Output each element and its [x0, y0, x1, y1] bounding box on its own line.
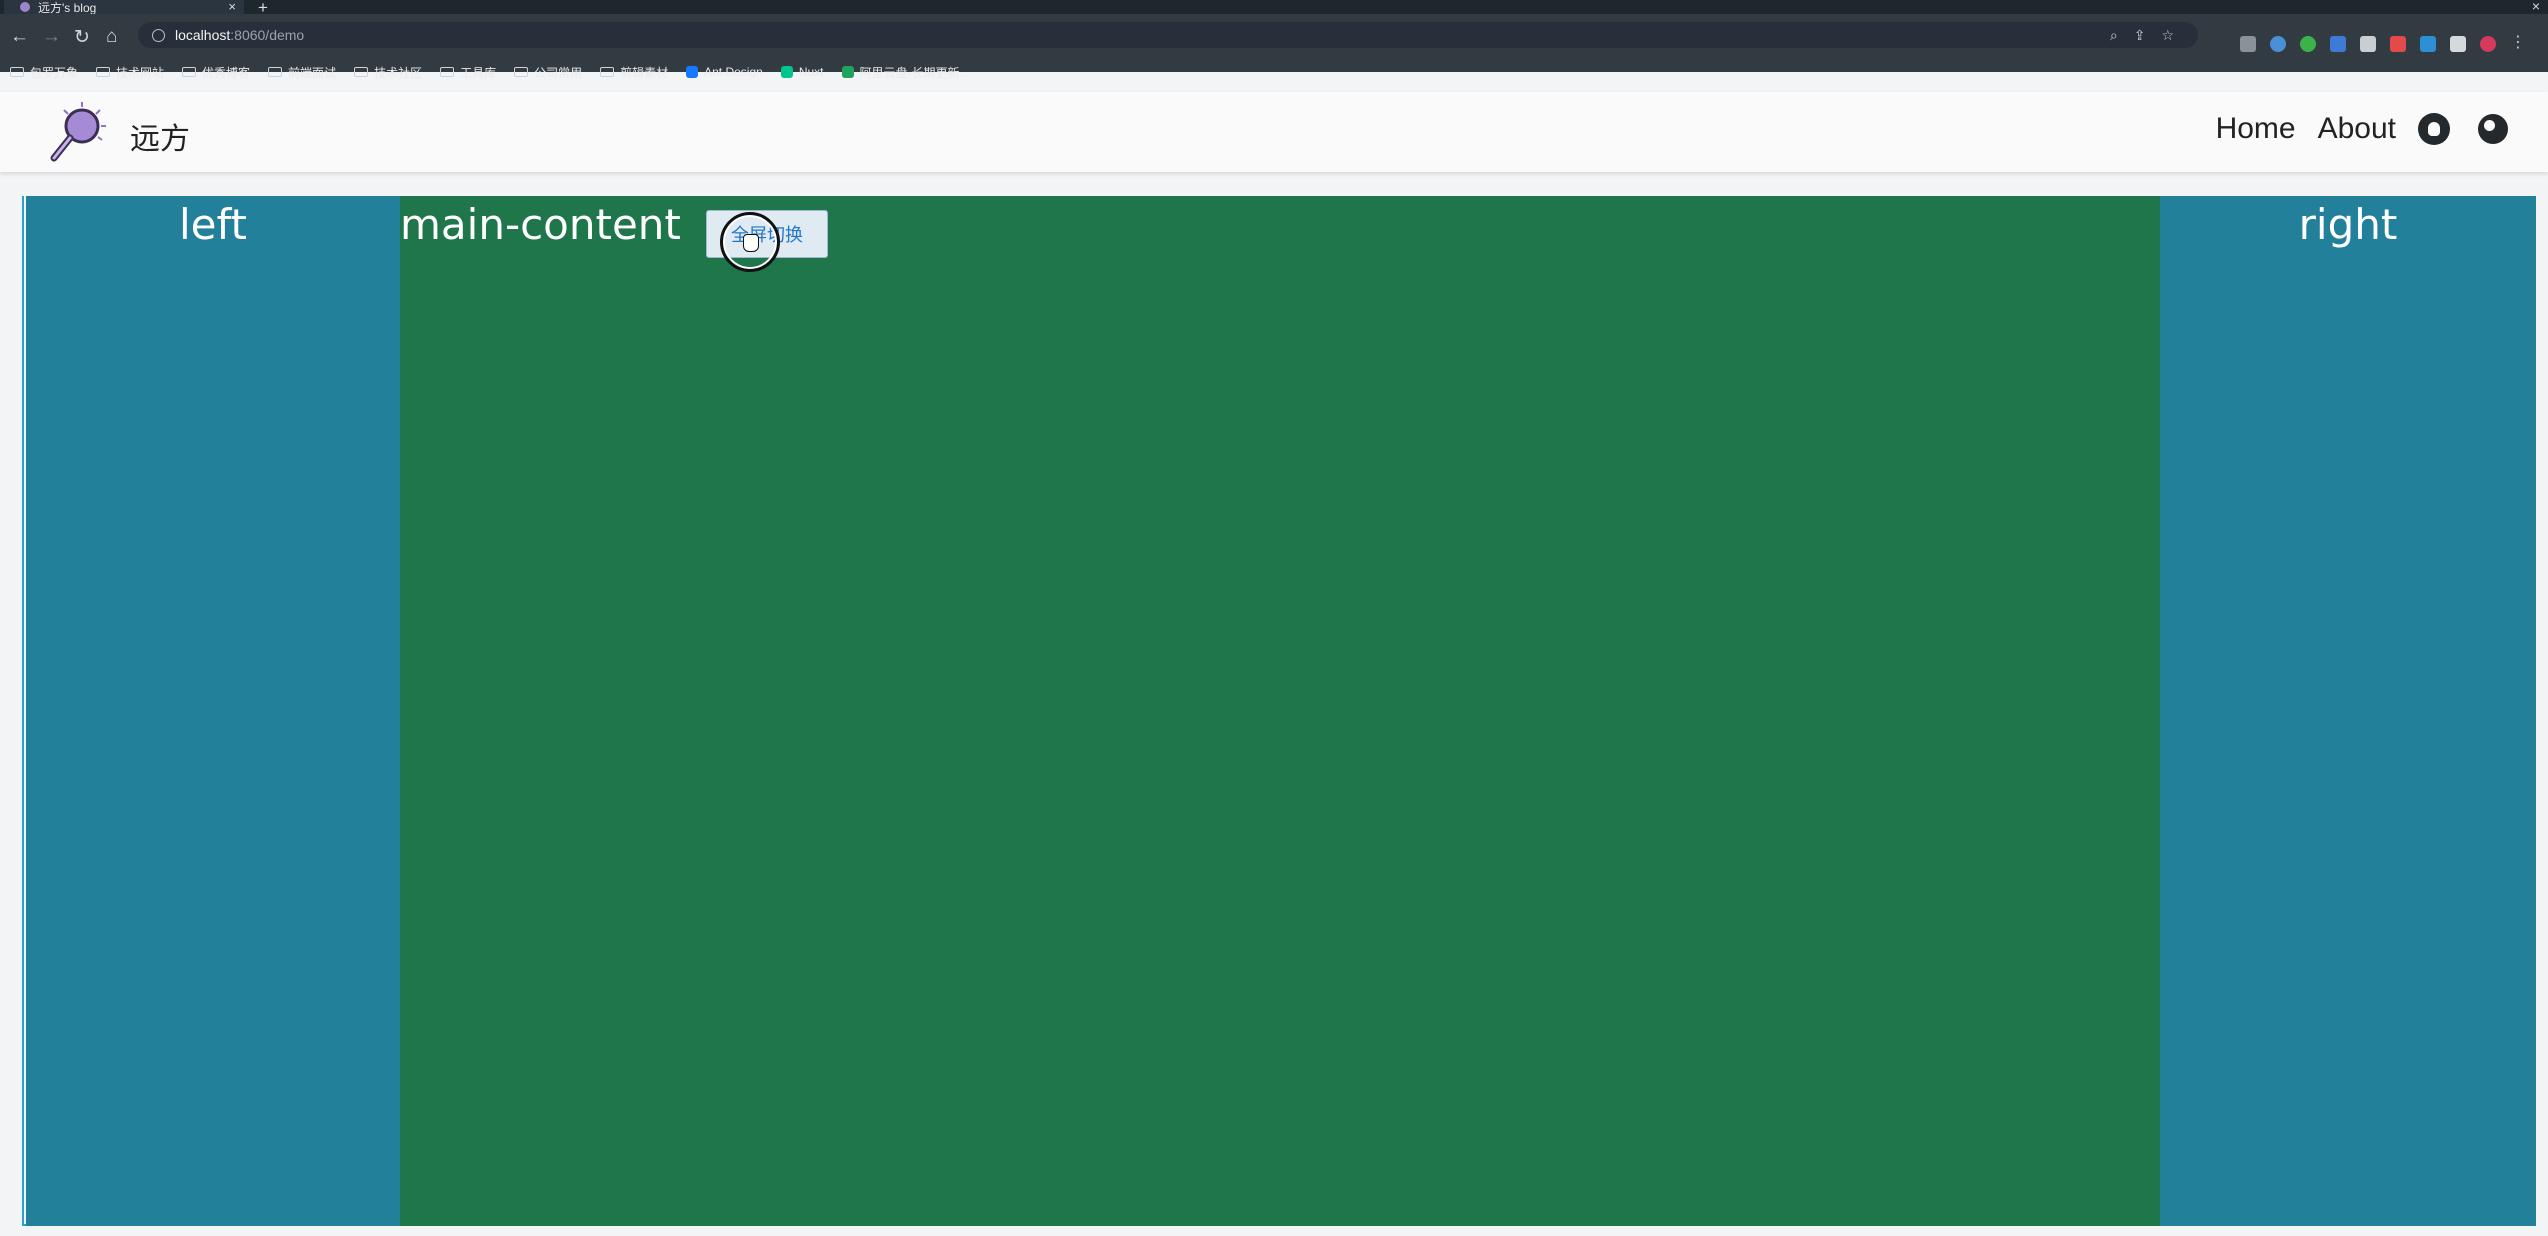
evernote-icon[interactable] — [2300, 36, 2316, 52]
vue-devtools-icon[interactable] — [2240, 36, 2256, 52]
nav-about-link[interactable]: About — [2318, 112, 2396, 146]
pdf-icon[interactable] — [2390, 36, 2406, 52]
folder-icon — [354, 67, 369, 77]
site-info-icon[interactable] — [152, 28, 165, 42]
home-icon[interactable]: ⌂ — [106, 26, 117, 48]
aliyun-drive-icon — [841, 66, 854, 78]
lightbulb-logo-icon[interactable] — [44, 98, 112, 166]
theme-toggle-icon[interactable] — [2478, 114, 2508, 144]
folder-icon — [514, 67, 529, 77]
bookmark-ant-design[interactable]: Ant Design — [686, 65, 763, 79]
browser-toolbar: ← → ↻ ⌂ localhost :8060/demo ⌕ ⇪ ☆ ⋮ 包罗万… — [0, 14, 2548, 80]
site-nav: Home About — [2216, 112, 2508, 146]
url-host: localhost — [175, 27, 231, 43]
hand-cursor-icon — [743, 234, 759, 252]
bookmark-folder[interactable]: 技术网站 — [96, 64, 164, 81]
translate-icon[interactable] — [2330, 36, 2346, 52]
folder-icon — [96, 67, 111, 77]
window-close-icon[interactable]: × — [2532, 0, 2540, 14]
site-brand[interactable]: 远方 — [130, 114, 190, 158]
tab-favicon-icon — [20, 2, 30, 12]
folder-icon — [182, 67, 197, 77]
main-content-label: main-content — [400, 200, 681, 249]
extension-icon[interactable] — [2270, 36, 2286, 52]
right-label: right — [2298, 200, 2398, 249]
menu-dots-icon[interactable]: ⋮ — [2510, 32, 2526, 51]
beta-extension-icon[interactable] — [2420, 36, 2436, 52]
bookmark-folder[interactable]: 优秀博客 — [182, 64, 250, 81]
layout-container: left main-content 全屏切换 right — [22, 196, 2536, 1226]
browser-tab[interactable]: 远方's blog × — [4, 0, 244, 15]
bookmark-folder[interactable]: 工具库 — [440, 64, 496, 81]
back-icon[interactable]: ← — [10, 26, 29, 48]
profile-avatar[interactable] — [2480, 36, 2496, 52]
share-icon[interactable]: ⇪ — [2134, 27, 2146, 44]
folder-icon — [600, 67, 615, 77]
browser-tab-bar: 远方's blog × + × — [0, 0, 2548, 17]
right-panel: right — [2160, 196, 2536, 1226]
ant-design-icon — [686, 66, 699, 78]
left-panel: left — [26, 196, 400, 1226]
bookmark-folder[interactable]: 剪辑素材 — [600, 64, 668, 81]
nav-home-link[interactable]: Home — [2216, 112, 2296, 146]
bookmark-folder[interactable]: 技术社区 — [354, 64, 422, 81]
folder-icon — [10, 67, 24, 77]
address-bar[interactable]: localhost :8060/demo ⌕ ⇪ ☆ — [138, 22, 2198, 48]
github-icon[interactable] — [2418, 113, 2450, 145]
bookmark-folder[interactable]: 包罗万象 — [10, 64, 78, 81]
bookmarks-bar: 包罗万象 技术网站 优秀博客 前端面试 技术社区 工具库 公司常用 剪辑素材 A… — [0, 58, 970, 86]
reload-icon[interactable]: ↻ — [74, 26, 90, 49]
left-label: left — [178, 200, 248, 249]
bookmark-folder[interactable]: 公司常用 — [514, 64, 582, 81]
bookmark-nuxt[interactable]: Nuxt — [780, 65, 824, 79]
folder-icon — [268, 67, 283, 77]
forward-icon[interactable]: → — [42, 26, 61, 48]
folder-icon — [440, 67, 455, 77]
main-content-panel: main-content 全屏切换 — [400, 196, 2160, 1226]
tab-close-icon[interactable]: × — [228, 0, 236, 14]
bookmark-folder[interactable]: 前端面试 — [268, 64, 336, 81]
site-header: 远方 Home About — [0, 92, 2548, 172]
download-icon[interactable] — [2360, 36, 2376, 52]
nuxt-icon — [780, 66, 793, 78]
zoom-icon[interactable]: ⌕ — [2110, 27, 2118, 44]
bookmark-aliyun[interactable]: 阿里云盘-长期更新... — [841, 64, 970, 81]
bookmark-star-icon[interactable]: ☆ — [2161, 27, 2174, 44]
url-path: :8060/demo — [230, 27, 305, 43]
puzzle-icon[interactable] — [2450, 36, 2466, 52]
